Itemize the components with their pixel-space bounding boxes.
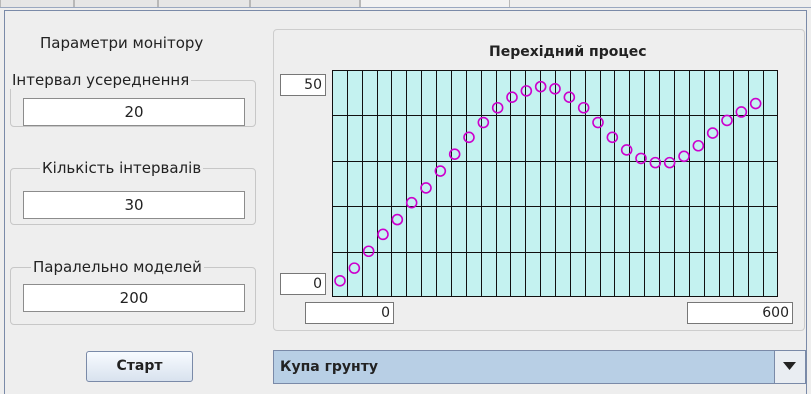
parallel-models-input[interactable]: 200	[23, 284, 245, 312]
chart-title: Перехідний процес	[489, 44, 647, 60]
y-max-label: 50	[280, 74, 326, 96]
dropdown-button[interactable]	[774, 351, 805, 383]
tab-underline	[0, 7, 811, 8]
model-select-value: Купа грунту	[280, 359, 378, 375]
model-select[interactable]: Купа грунту	[273, 350, 806, 384]
chevron-down-icon	[783, 362, 796, 370]
interval-count-input[interactable]: 30	[23, 191, 245, 219]
averaging-interval-label: Інтервал усереднення	[10, 71, 192, 89]
y-min-label: 0	[280, 273, 326, 295]
transient-process-plot	[332, 70, 778, 297]
tab-strip	[0, 0, 811, 8]
start-button[interactable]: Старт	[86, 351, 193, 382]
interval-count-label: Кількість інтервалів	[40, 159, 204, 177]
parallel-models-label: Паралельно моделей	[31, 258, 204, 276]
averaging-interval-input[interactable]: 20	[23, 98, 245, 126]
x-max-label: 600	[687, 302, 793, 324]
x-min-label: 0	[305, 302, 394, 324]
monitor-title: Параметри монітору	[40, 34, 204, 52]
